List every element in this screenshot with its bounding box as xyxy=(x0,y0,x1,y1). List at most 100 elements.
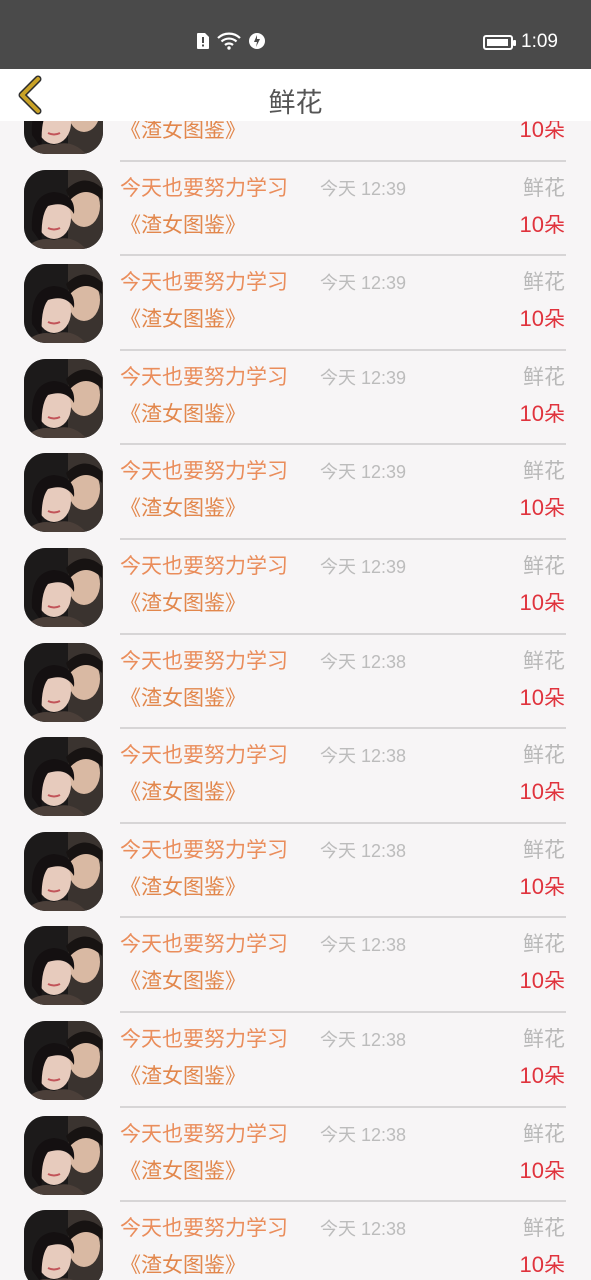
sender-name: 今天也要努力学习 xyxy=(120,553,288,578)
sender-name: 今天也要努力学习 xyxy=(120,932,288,957)
book-title[interactable]: 《渣女图鉴》 xyxy=(120,121,246,144)
amount-value: 10 xyxy=(519,121,544,142)
avatar[interactable] xyxy=(24,1210,103,1280)
amount-unit: 朵 xyxy=(544,685,565,710)
amount-value: 10 xyxy=(519,779,544,805)
book-title[interactable]: 《渣女图鉴》 xyxy=(120,398,246,428)
sender-name: 今天也要努力学习 xyxy=(120,364,288,389)
gift-amount: 10朵 xyxy=(520,1249,565,1279)
avatar[interactable] xyxy=(24,1115,103,1195)
book-title[interactable]: 《渣女图鉴》 xyxy=(120,209,246,239)
sender-name: 今天也要努力学习 xyxy=(120,270,288,295)
avatar[interactable] xyxy=(24,169,103,249)
book-title[interactable]: 《渣女图鉴》 xyxy=(120,965,246,995)
avatar[interactable] xyxy=(24,453,103,533)
gift-amount: 10朵 xyxy=(520,492,565,522)
gift-amount: 10朵 xyxy=(520,1155,565,1185)
gift-type: 鲜花 xyxy=(523,1026,565,1051)
gift-record-row[interactable]: 今天也要努力学习 今天 12:39 鲜花 《渣女图鉴》 10朵 xyxy=(0,540,591,635)
gift-record-row[interactable]: 今天也要努力学习 今天 12:39 鲜花 《渣女图鉴》 10朵 xyxy=(0,162,591,257)
record-time: 今天 12:38 xyxy=(320,840,407,861)
sender-name: 今天也要努力学习 xyxy=(120,648,288,673)
amount-value: 10 xyxy=(519,306,544,332)
amount-unit: 朵 xyxy=(544,121,565,142)
gift-type: 鲜花 xyxy=(523,1121,565,1146)
gift-record-row[interactable]: 今天也要努力学习 今天 12:39 鲜花 《渣女图鉴》 10朵 xyxy=(0,351,591,446)
sender-name: 今天也要努力学习 xyxy=(120,1216,288,1241)
sender-name: 今天也要努力学习 xyxy=(120,1026,288,1051)
gift-type: 鲜花 xyxy=(523,459,565,484)
amount-unit: 朵 xyxy=(544,969,565,994)
record-time: 今天 12:39 xyxy=(320,556,407,577)
status-bar: 1:09 xyxy=(0,0,591,69)
amount-unit: 朵 xyxy=(544,874,565,899)
gift-amount: 10朵 xyxy=(520,303,565,333)
amount-unit: 朵 xyxy=(544,401,565,426)
sender-name: 今天也要努力学习 xyxy=(120,837,288,862)
avatar[interactable] xyxy=(24,358,103,438)
nav-header: 鲜花 xyxy=(0,69,591,121)
gift-record-list-content: 今天也要努力学习 今天 12:39 鲜花 《渣女图鉴》 10朵 今天也要努力学习… xyxy=(0,121,591,1280)
battery-icon xyxy=(483,34,517,50)
book-title[interactable]: 《渣女图鉴》 xyxy=(120,871,246,901)
amount-value: 10 xyxy=(519,400,544,426)
gift-amount: 10朵 xyxy=(520,209,565,239)
amount-unit: 朵 xyxy=(544,590,565,615)
amount-value: 10 xyxy=(519,968,544,994)
avatar[interactable] xyxy=(24,737,103,817)
gift-record-list[interactable]: 今天也要努力学习 今天 12:39 鲜花 《渣女图鉴》 10朵 今天也要努力学习… xyxy=(0,121,591,1280)
avatar[interactable] xyxy=(24,121,103,154)
book-title[interactable]: 《渣女图鉴》 xyxy=(120,303,246,333)
record-time: 今天 12:38 xyxy=(320,651,407,672)
avatar[interactable] xyxy=(24,1020,103,1100)
book-title[interactable]: 《渣女图鉴》 xyxy=(120,1249,246,1279)
amount-value: 10 xyxy=(519,873,544,899)
book-title[interactable]: 《渣女图鉴》 xyxy=(120,682,246,712)
status-icons xyxy=(196,32,266,54)
record-time: 今天 12:38 xyxy=(320,1124,407,1145)
avatar[interactable] xyxy=(24,547,103,627)
gift-record-row[interactable]: 今天也要努力学习 今天 12:39 鲜花 《渣女图鉴》 10朵 xyxy=(0,121,591,162)
record-time: 今天 12:38 xyxy=(320,935,407,956)
gift-type: 鲜花 xyxy=(523,743,565,768)
amount-value: 10 xyxy=(519,684,544,710)
amount-value: 10 xyxy=(519,495,544,521)
gift-type: 鲜花 xyxy=(523,553,565,578)
gift-amount: 10朵 xyxy=(520,776,565,806)
status-time: 1:09 xyxy=(521,31,558,52)
gift-record-row[interactable]: 今天也要努力学习 今天 12:39 鲜花 《渣女图鉴》 10朵 xyxy=(0,445,591,540)
page-title: 鲜花 xyxy=(268,88,323,119)
gift-record-row[interactable]: 今天也要努力学习 今天 12:38 鲜花 《渣女图鉴》 10朵 xyxy=(0,918,591,1013)
gift-record-row[interactable]: 今天也要努力学习 今天 12:38 鲜花 《渣女图鉴》 10朵 xyxy=(0,1108,591,1203)
status-right: 1:09 xyxy=(483,31,558,53)
book-title[interactable]: 《渣女图鉴》 xyxy=(120,776,246,806)
book-title[interactable]: 《渣女图鉴》 xyxy=(120,1060,246,1090)
gift-record-row[interactable]: 今天也要努力学习 今天 12:38 鲜花 《渣女图鉴》 10朵 xyxy=(0,729,591,824)
sender-name: 今天也要努力学习 xyxy=(120,175,288,200)
avatar[interactable] xyxy=(24,831,103,911)
record-time: 今天 12:38 xyxy=(320,1219,407,1240)
amount-value: 10 xyxy=(519,211,544,237)
avatar[interactable] xyxy=(24,926,103,1006)
gift-record-row[interactable]: 今天也要努力学习 今天 12:38 鲜花 《渣女图鉴》 10朵 xyxy=(0,1202,591,1280)
amount-unit: 朵 xyxy=(544,307,565,332)
book-title[interactable]: 《渣女图鉴》 xyxy=(120,492,246,522)
amount-value: 10 xyxy=(519,589,544,615)
gift-type: 鲜花 xyxy=(523,364,565,389)
gift-record-row[interactable]: 今天也要努力学习 今天 12:39 鲜花 《渣女图鉴》 10朵 xyxy=(0,256,591,351)
book-title[interactable]: 《渣女图鉴》 xyxy=(120,1155,246,1185)
gift-record-row[interactable]: 今天也要努力学习 今天 12:38 鲜花 《渣女图鉴》 10朵 xyxy=(0,824,591,919)
gift-amount: 10朵 xyxy=(520,1060,565,1090)
gift-amount: 10朵 xyxy=(520,121,565,144)
gift-amount: 10朵 xyxy=(520,965,565,995)
wifi-icon xyxy=(216,32,242,54)
gift-record-row[interactable]: 今天也要努力学习 今天 12:38 鲜花 《渣女图鉴》 10朵 xyxy=(0,635,591,730)
gift-type: 鲜花 xyxy=(523,175,565,200)
amount-unit: 朵 xyxy=(544,212,565,237)
gift-type: 鲜花 xyxy=(523,270,565,295)
avatar[interactable] xyxy=(24,642,103,722)
book-title[interactable]: 《渣女图鉴》 xyxy=(120,587,246,617)
amount-value: 10 xyxy=(519,1252,544,1278)
avatar[interactable] xyxy=(24,264,103,344)
gift-record-row[interactable]: 今天也要努力学习 今天 12:38 鲜花 《渣女图鉴》 10朵 xyxy=(0,1013,591,1108)
